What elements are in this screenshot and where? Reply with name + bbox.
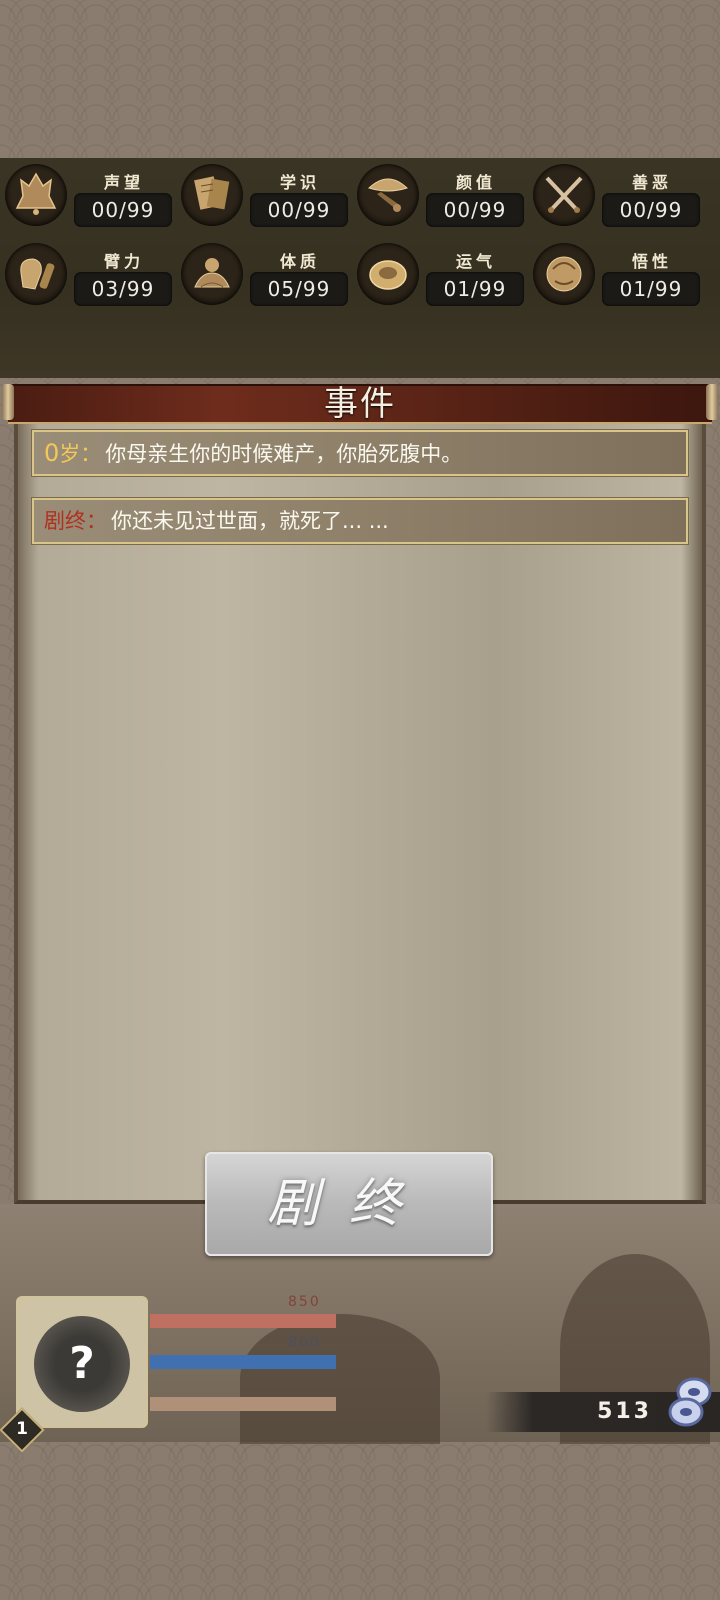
stat-reputation[interactable]: 声望 00/99 bbox=[0, 161, 175, 227]
avatar: ? bbox=[34, 1316, 130, 1412]
stat-label: 颜值 bbox=[455, 173, 496, 192]
stat-value: 00/99 bbox=[602, 193, 700, 227]
stat-label: 体质 bbox=[279, 252, 320, 271]
stat-value: 01/99 bbox=[426, 272, 524, 306]
health-bar-label: 850 bbox=[288, 1294, 321, 1310]
stat-value: 00/99 bbox=[250, 193, 348, 227]
mana-bar bbox=[150, 1355, 336, 1369]
currency-value: 513 bbox=[597, 1399, 652, 1424]
stat-luck[interactable]: 运气 01/99 bbox=[352, 240, 527, 306]
health-bar bbox=[150, 1314, 336, 1328]
morality-icon bbox=[533, 164, 595, 226]
event-text: 你母亲生你的时候难产，你胎死腹中。 bbox=[105, 442, 463, 466]
knowledge-icon bbox=[181, 164, 243, 226]
event-log-title: 事件 bbox=[324, 384, 396, 424]
character-card[interactable]: ? bbox=[16, 1296, 148, 1428]
event-text: 你还未见过世面，就死了... ... bbox=[111, 509, 389, 533]
stat-value: 00/99 bbox=[74, 193, 172, 227]
stat-label: 学识 bbox=[279, 173, 320, 192]
constitution-icon bbox=[181, 243, 243, 305]
stat-constitution[interactable]: 体质 05/99 bbox=[176, 240, 351, 306]
event-item-ending: 剧终： 你还未见过世面，就死了... ... bbox=[32, 498, 688, 544]
coin-icon[interactable] bbox=[664, 1374, 716, 1430]
appearance-icon bbox=[357, 164, 419, 226]
comprehension-icon bbox=[533, 243, 595, 305]
stat-comprehension[interactable]: 悟性 01/99 bbox=[528, 240, 703, 306]
stamina-bar bbox=[150, 1397, 336, 1411]
reputation-icon bbox=[5, 164, 67, 226]
ending-button[interactable]: 剧终 bbox=[205, 1152, 493, 1256]
event-item: 0岁： 你母亲生你的时候难产，你胎死腹中。 bbox=[32, 430, 688, 476]
stat-label: 声望 bbox=[103, 173, 144, 192]
stat-label: 臂力 bbox=[103, 252, 144, 271]
stat-morality[interactable]: 善恶 00/99 bbox=[528, 161, 703, 227]
luck-icon bbox=[357, 243, 419, 305]
stat-knowledge[interactable]: 学识 00/99 bbox=[176, 161, 351, 227]
mana-bar-label: 800 bbox=[288, 1335, 321, 1351]
stat-value: 05/99 bbox=[250, 272, 348, 306]
event-age: 0岁： bbox=[44, 439, 102, 467]
event-ending-tag: 剧终： bbox=[44, 509, 107, 533]
stat-strength[interactable]: 臂力 03/99 bbox=[0, 240, 175, 306]
stat-value: 03/99 bbox=[74, 272, 172, 306]
strength-icon bbox=[5, 243, 67, 305]
attribute-panel: 声望 00/99 学识 00/99 颜值 00/99 善恶 00/99 臂力 0… bbox=[0, 158, 720, 378]
stat-label: 善恶 bbox=[631, 173, 672, 192]
level-number: 1 bbox=[16, 1419, 28, 1439]
stat-label: 运气 bbox=[455, 252, 496, 271]
stat-value: 01/99 bbox=[602, 272, 700, 306]
stat-value: 00/99 bbox=[426, 193, 524, 227]
bottom-background bbox=[0, 1442, 720, 1600]
mountain-decoration bbox=[240, 1314, 440, 1444]
stat-label: 悟性 bbox=[631, 252, 672, 271]
stat-appearance[interactable]: 颜值 00/99 bbox=[352, 161, 527, 227]
